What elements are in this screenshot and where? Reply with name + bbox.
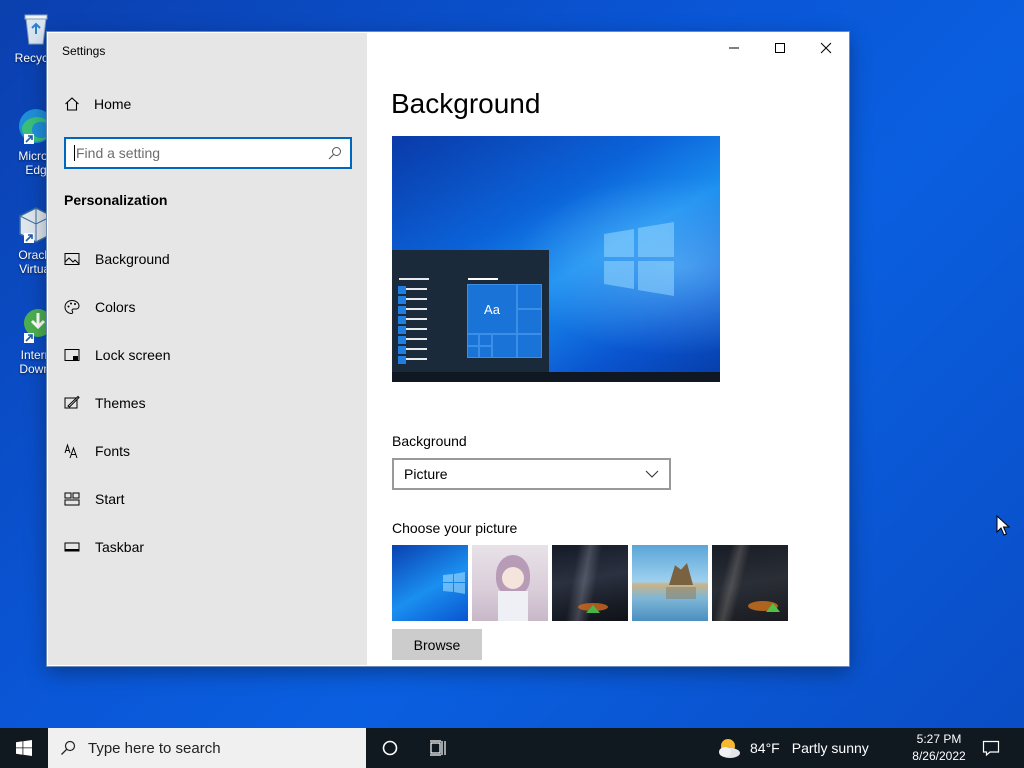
weather-widget[interactable]: 84°F Partly sunny [716, 728, 869, 768]
start-button[interactable] [0, 728, 48, 768]
sidebar-item-lock-screen[interactable]: Lock screen [48, 331, 367, 379]
sidebar-item-label: Fonts [95, 443, 131, 459]
sidebar-item-label: Colors [95, 299, 136, 315]
sidebar-item-start[interactable]: Start [48, 475, 367, 523]
text-caret [74, 145, 75, 161]
settings-window: Settings Home Personalization Background… [47, 32, 849, 666]
sidebar-item-fonts[interactable]: Fonts [48, 427, 367, 475]
search-box[interactable] [64, 137, 352, 169]
taskbar-search-placeholder: Type here to search [88, 739, 221, 757]
close-icon [820, 42, 832, 54]
lock-screen-icon [64, 347, 80, 363]
window-title: Settings [62, 44, 106, 58]
windows-logo-icon [604, 222, 674, 296]
section-heading: Personalization [64, 192, 168, 208]
sidebar-item-label: Themes [95, 395, 146, 411]
taskbar-search-box[interactable]: Type here to search [48, 728, 366, 768]
weather-temp: 84°F [750, 740, 780, 756]
clock-date: 8/26/2022 [912, 749, 966, 763]
sidebar-item-themes[interactable]: Themes [48, 379, 367, 427]
home-button[interactable]: Home [64, 96, 131, 112]
partly-sunny-icon [719, 739, 740, 758]
sidebar-item-taskbar[interactable]: Taskbar [48, 523, 367, 571]
notification-icon [982, 740, 1000, 757]
picture-thumbnail[interactable] [632, 545, 708, 621]
start-icon [64, 491, 80, 507]
windows-start-icon [16, 740, 32, 756]
taskbar-icon [64, 539, 80, 555]
picture-thumbnail[interactable] [392, 545, 468, 621]
choose-picture-label: Choose your picture [392, 520, 518, 536]
sidebar-item-label: Background [95, 251, 170, 267]
cortana-button[interactable] [366, 728, 414, 768]
mouse-cursor [996, 515, 1010, 536]
weather-desc: Partly sunny [791, 740, 869, 756]
fonts-icon [64, 443, 80, 459]
task-view-button[interactable] [414, 728, 462, 768]
task-view-icon [430, 740, 446, 756]
maximize-button[interactable] [757, 32, 803, 64]
notification-center-button[interactable] [978, 728, 1004, 768]
clock[interactable]: 5:27 PM 8/26/2022 [904, 731, 974, 765]
minimize-icon [729, 47, 739, 49]
palette-icon [64, 299, 80, 315]
sidebar-item-colors[interactable]: Colors [48, 283, 367, 331]
background-type-dropdown[interactable]: Picture [392, 458, 671, 490]
search-input[interactable] [76, 145, 328, 161]
sidebar-nav: Background Colors Lock screen Themes Fon… [48, 235, 367, 571]
sidebar: Settings Home Personalization Background… [48, 33, 367, 665]
sidebar-item-label: Lock screen [95, 347, 171, 363]
sidebar-item-background[interactable]: Background [48, 235, 367, 283]
picture-thumbnails [392, 545, 788, 621]
minimize-button[interactable] [711, 32, 757, 64]
clock-time: 5:27 PM [916, 732, 962, 746]
taskbar: Type here to search 84°F Partly sunny 5:… [0, 728, 1024, 768]
cortana-icon [382, 740, 398, 756]
close-button[interactable] [803, 32, 849, 64]
preview-tile: Aa [467, 284, 517, 334]
browse-button[interactable]: Browse [392, 629, 482, 660]
picture-thumbnail[interactable] [712, 545, 788, 621]
sidebar-item-label: Taskbar [95, 539, 145, 555]
chevron-down-icon [645, 470, 659, 478]
dropdown-value: Picture [404, 466, 448, 482]
themes-icon [64, 395, 80, 411]
background-preview: Aa [392, 136, 720, 382]
picture-thumbnail[interactable] [552, 545, 628, 621]
page-title: Background [391, 88, 541, 119]
caption-buttons [711, 32, 849, 64]
picture-thumbnail[interactable] [472, 545, 548, 621]
maximize-icon [775, 43, 785, 53]
sidebar-item-label: Start [95, 491, 125, 507]
home-icon [65, 97, 79, 111]
home-label: Home [94, 96, 132, 112]
background-type-label: Background [392, 433, 467, 449]
search-icon [61, 740, 76, 755]
search-icon[interactable] [328, 146, 342, 160]
picture-icon [64, 251, 80, 267]
